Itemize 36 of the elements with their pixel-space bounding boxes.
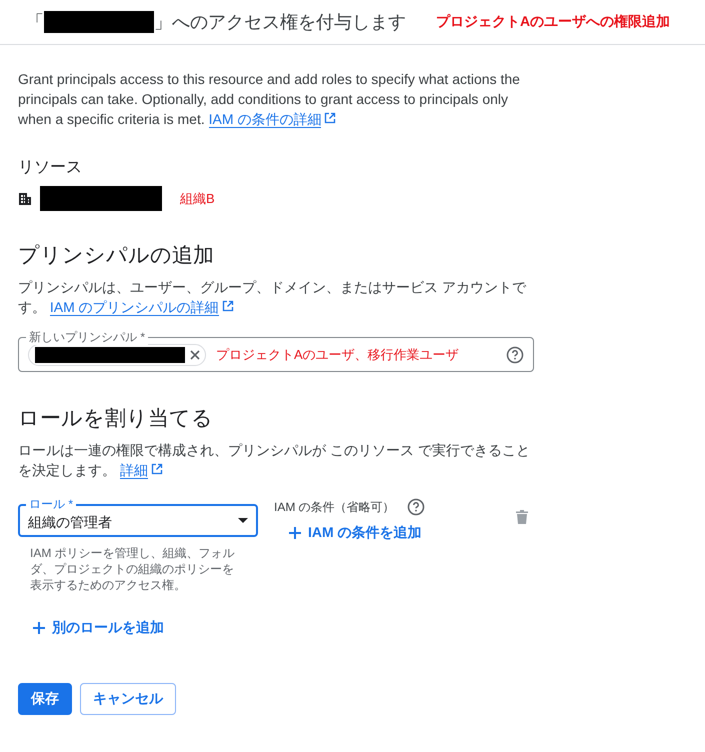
field-label: 新しいプリンシパル * (26, 329, 148, 345)
resource-heading: リソース (18, 158, 83, 178)
role-value: 組織の管理者 (28, 512, 113, 532)
delete-icon[interactable] (516, 510, 528, 524)
principal-field[interactable]: 新しいプリンシパル * プロジェクトAのユーザ、移行作業ユーザ (18, 328, 534, 372)
help-icon[interactable] (506, 346, 524, 364)
condition-label: IAM の条件（省略可） (274, 498, 395, 516)
external-link-icon (150, 463, 163, 475)
details-link[interactable]: 詳細 (120, 462, 148, 479)
window-title: 」へのアクセス権を付与します (154, 11, 406, 34)
role-select[interactable]: ロール * 組織の管理者 (18, 495, 258, 537)
annotation-text: プロジェクトAのユーザ、移行作業ユーザ (216, 346, 460, 364)
principals-link[interactable]: IAM のプリンシパルの詳細 (50, 299, 219, 316)
roles-text: ロールは一連の権限で構成され、プリンシパルが このリソース で実行できることを決定します。 詳細 (18, 441, 531, 480)
conditions-link[interactable]: IAM の条件の詳細 (208, 111, 322, 128)
external-link-icon (222, 300, 234, 312)
roles-heading: ロールを割り当てる (18, 406, 214, 432)
intro-text: Grant principals access to this resource and add roles to specify what actions the principals can take. Optionally, add conditions to grant access to principals only when a specific criteria is met. IAM の条件の詳細 (18, 70, 521, 129)
close-icon[interactable] (189, 348, 201, 360)
plus-icon (32, 621, 46, 635)
role-description: IAM ポリシーを管理し、組織、フォルダ、プロジェクトの組織のポリシーを表示するためのアクセス権。 (29, 545, 236, 593)
annotation-text: プロジェクトAのユーザへの権限追加 (436, 13, 670, 31)
principals-heading: プリンシパルの追加 (18, 243, 215, 269)
add-role-button[interactable]: 別のロールを追加 (24, 615, 172, 641)
external-link-icon (324, 112, 336, 124)
help-icon[interactable] (406, 498, 425, 516)
dropdown-caret-icon (238, 518, 248, 523)
principal-chip[interactable] (28, 344, 206, 366)
title-text: 「 (26, 11, 44, 34)
annotation-text: 組織B (180, 190, 215, 208)
building-icon (18, 192, 32, 206)
plus-icon (288, 526, 302, 540)
add-condition-button[interactable]: IAM の条件を追加 (280, 520, 430, 546)
principals-text: プリンシパルは、ユーザー、グループ、ドメイン、またはサービス アカウントです。 IAM のプリンシパルの詳細 (18, 278, 528, 317)
save-button[interactable]: 保存 (18, 683, 72, 715)
cancel-button[interactable]: キャンセル (80, 683, 176, 715)
